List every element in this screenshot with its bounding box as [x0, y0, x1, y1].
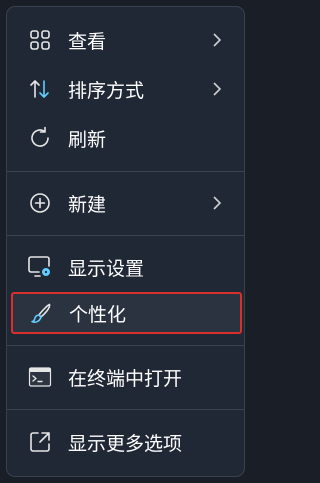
refresh-icon [27, 125, 53, 151]
chevron-right-icon [213, 82, 222, 96]
more-options-icon [27, 429, 53, 455]
menu-separator [7, 235, 244, 236]
menu-item-label: 在终端中打开 [68, 367, 183, 390]
menu-item-view[interactable]: 查看 [12, 20, 240, 60]
menu-item-show-more-options[interactable]: 显示更多选项 [12, 422, 240, 462]
menu-separator [7, 171, 244, 172]
menu-item-label: 刷新 [68, 128, 107, 151]
menu-separator [7, 345, 244, 346]
menu-item-sort-by[interactable]: 排序方式 [12, 69, 240, 109]
menu-item-label: 排序方式 [68, 79, 145, 102]
menu-item-label: 个性化 [69, 303, 127, 326]
display-settings-icon [27, 254, 53, 280]
chevron-right-icon [213, 33, 222, 47]
menu-item-label: 显示更多选项 [68, 432, 183, 455]
menu-separator [7, 409, 244, 410]
view-grid-icon [27, 27, 53, 53]
menu-item-display-settings[interactable]: 显示设置 [12, 247, 240, 287]
menu-item-open-in-terminal[interactable]: 在终端中打开 [12, 357, 240, 397]
personalize-brush-icon [28, 300, 54, 326]
context-menu: 查看 排序方式 刷新 新建 显示设置 个性化 在终端中打开 显示更多选项 [6, 6, 245, 477]
menu-item-label: 查看 [68, 30, 107, 53]
new-plus-icon [27, 190, 53, 216]
menu-item-label: 新建 [68, 193, 107, 216]
sort-arrows-icon [27, 76, 53, 102]
menu-item-new[interactable]: 新建 [12, 183, 240, 223]
chevron-right-icon [213, 196, 222, 210]
terminal-icon [27, 364, 53, 390]
menu-item-personalize[interactable]: 个性化 [11, 292, 242, 334]
menu-item-label: 显示设置 [68, 257, 145, 280]
menu-item-refresh[interactable]: 刷新 [12, 118, 240, 158]
